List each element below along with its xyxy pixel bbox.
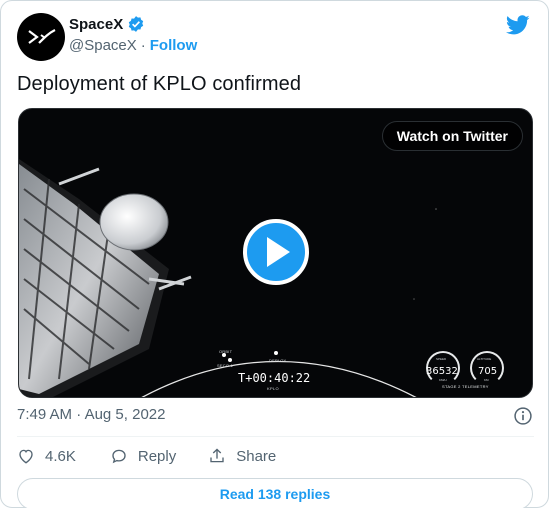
spacex-logo-icon xyxy=(28,29,56,44)
mission-name: KPLO xyxy=(267,386,279,391)
read-replies-button[interactable]: Read 138 replies xyxy=(17,478,533,508)
reply-button[interactable]: Reply xyxy=(110,447,176,465)
telemetry-label: STAGE 2 TELEMETRY xyxy=(442,384,489,389)
handle-separator: · xyxy=(140,37,146,54)
tweet-date[interactable]: Aug 5, 2022 xyxy=(85,406,166,423)
timeline-label-orbit: ORBIT xyxy=(219,349,233,354)
author-name[interactable]: SpaceX xyxy=(69,16,123,33)
avatar[interactable] xyxy=(17,13,65,61)
video-player[interactable]: ORBIT SECO-1 DEPLOY T+00:40:22 KPLO SPEE… xyxy=(18,108,533,398)
verified-badge-icon xyxy=(129,16,144,32)
like-count: 4.6K xyxy=(45,447,76,465)
author-name-row: SpaceX xyxy=(69,15,145,33)
timeline-marker-seco xyxy=(228,358,232,362)
timeline-label-seco: SECO-1 xyxy=(217,363,234,368)
speed-label: SPEED xyxy=(436,357,447,361)
altitude-value: 705 xyxy=(478,366,498,377)
divider xyxy=(17,436,534,437)
tweet-time[interactable]: 7:49 AM xyxy=(17,406,72,423)
altitude-unit: KM xyxy=(484,378,489,382)
like-button[interactable]: 4.6K xyxy=(17,447,76,465)
info-icon[interactable] xyxy=(513,406,533,426)
follow-button[interactable]: Follow xyxy=(150,37,198,54)
timeline-marker-deploy xyxy=(274,351,278,355)
share-label: Share xyxy=(236,447,277,465)
speed-value: 36532 xyxy=(426,366,458,377)
timestamp-separator: · xyxy=(76,406,82,423)
author-handle[interactable]: @SpaceX xyxy=(69,37,137,54)
tweet-text: Deployment of KPLO confirmed xyxy=(17,73,302,95)
timeline-label-deploy: DEPLOY xyxy=(269,358,287,363)
watch-on-twitter-button[interactable]: Watch on Twitter xyxy=(381,121,523,151)
share-button[interactable]: Share xyxy=(208,447,276,465)
mission-timer: T+00:40:22 xyxy=(238,371,311,385)
action-bar: 4.6K Reply Share xyxy=(17,447,276,465)
play-button[interactable] xyxy=(243,219,309,285)
reply-label: Reply xyxy=(137,447,177,465)
twitter-bird-icon[interactable] xyxy=(506,13,530,37)
timestamp-row[interactable]: 7:49 AM · Aug 5, 2022 xyxy=(17,406,165,423)
tweet-card: SpaceX @SpaceX · Follow Deployment of KP… xyxy=(0,0,549,508)
share-icon xyxy=(210,448,224,463)
heart-icon xyxy=(19,449,33,464)
play-icon xyxy=(267,237,290,267)
speed-unit: KM/H xyxy=(439,378,447,382)
reply-icon xyxy=(112,449,126,464)
altitude-label: ALTITUDE xyxy=(477,357,492,361)
handle-row: @SpaceX · Follow xyxy=(69,37,197,54)
